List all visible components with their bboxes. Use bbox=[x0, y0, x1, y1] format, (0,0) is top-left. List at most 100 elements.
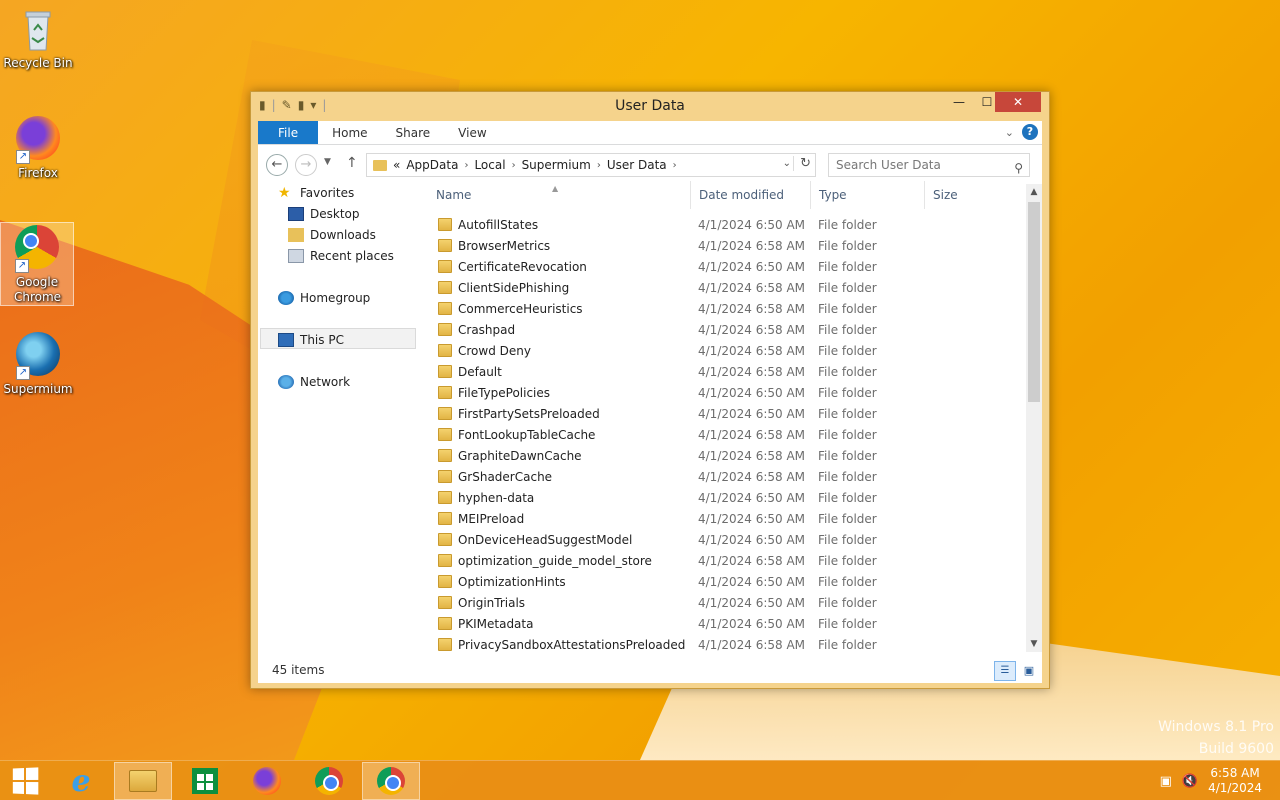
file-date: 4/1/2024 6:50 AM bbox=[698, 532, 806, 547]
shortcut-arrow-icon: ↗ bbox=[15, 259, 29, 273]
column-header-date[interactable]: Date modified bbox=[690, 181, 810, 209]
network-status-icon[interactable]: ▣ bbox=[1160, 774, 1172, 789]
taskbar-file-explorer[interactable] bbox=[114, 762, 172, 800]
help-icon[interactable]: ? bbox=[1022, 124, 1038, 140]
tab-view[interactable]: View bbox=[444, 121, 500, 144]
desktop-icon-firefox[interactable]: ↗ Firefox bbox=[1, 114, 75, 181]
taskbar-chrome[interactable] bbox=[300, 762, 358, 800]
file-name: CommerceHeuristics bbox=[458, 301, 583, 316]
chevron-right-icon[interactable]: › bbox=[464, 160, 468, 171]
folder-icon bbox=[438, 554, 452, 567]
file-row[interactable]: OriginTrials 4/1/2024 6:50 AM File folder bbox=[428, 592, 1008, 613]
expand-ribbon-icon[interactable]: ⌄ bbox=[1005, 126, 1014, 139]
taskbar-chrome-running[interactable] bbox=[362, 762, 420, 800]
file-row[interactable]: GrShaderCache 4/1/2024 6:58 AM File folder bbox=[428, 466, 1008, 487]
breadcrumb-local[interactable]: Local bbox=[474, 158, 505, 172]
column-header-name[interactable]: ▲ Name bbox=[428, 181, 690, 209]
tab-share[interactable]: Share bbox=[382, 121, 445, 144]
back-button[interactable]: ← bbox=[266, 154, 288, 176]
breadcrumb-supermium[interactable]: Supermium bbox=[522, 158, 591, 172]
file-name-cell: Default bbox=[428, 365, 690, 379]
file-name-cell: FontLookupTableCache bbox=[428, 428, 690, 442]
file-name-cell: OnDeviceHeadSuggestModel bbox=[428, 533, 690, 547]
file-row[interactable]: Default 4/1/2024 6:58 AM File folder bbox=[428, 361, 1008, 382]
nav-item-desktop[interactable]: Desktop bbox=[288, 204, 360, 224]
file-rows: AutofillStates 4/1/2024 6:50 AM File folde… bbox=[428, 214, 1008, 655]
large-icons-view-icon[interactable]: ▣ bbox=[1019, 661, 1039, 681]
file-row[interactable]: FirstPartySetsPreloaded 4/1/2024 6:50 AM F… bbox=[428, 403, 1008, 424]
nav-item-homegroup[interactable]: Homegroup bbox=[278, 288, 370, 308]
file-name-cell: CommerceHeuristics bbox=[428, 302, 690, 316]
file-row[interactable]: Crashpad 4/1/2024 6:58 AM File folder bbox=[428, 319, 1008, 340]
search-input[interactable]: Search User Data ⚲ bbox=[828, 153, 1030, 177]
clock[interactable]: 6:58 AM 4/1/2024 bbox=[1208, 766, 1262, 796]
volume-muted-icon[interactable]: 🔇 bbox=[1182, 774, 1198, 789]
file-type: File folder bbox=[818, 427, 877, 442]
close-button[interactable]: ✕ bbox=[995, 92, 1041, 112]
file-row[interactable]: BrowserMetrics 4/1/2024 6:58 AM File folde… bbox=[428, 235, 1008, 256]
file-type: File folder bbox=[818, 217, 877, 232]
title-bar[interactable]: ▮ | ✎ ▮ ▾ | User Data — ☐ ✕ bbox=[251, 92, 1049, 120]
start-button[interactable] bbox=[0, 762, 50, 800]
file-row[interactable]: AutofillStates 4/1/2024 6:50 AM File folde… bbox=[428, 214, 1008, 235]
breadcrumb-appdata[interactable]: AppData bbox=[406, 158, 458, 172]
desktop-icon-recycle-bin[interactable]: Recycle Bin bbox=[1, 6, 75, 71]
desktop-icon-google-chrome[interactable]: ↗ Google Chrome bbox=[0, 222, 74, 306]
file-row[interactable]: Crowd Deny 4/1/2024 6:58 AM File folder bbox=[428, 340, 1008, 361]
breadcrumb-overflow[interactable]: « bbox=[393, 158, 400, 172]
file-row[interactable]: OnDeviceHeadSuggestModel 4/1/2024 6:50 AM… bbox=[428, 529, 1008, 550]
file-row[interactable]: MEIPreload 4/1/2024 6:50 AM File folder bbox=[428, 508, 1008, 529]
vertical-scrollbar[interactable]: ▲ ▼ bbox=[1026, 184, 1042, 652]
nav-item-network[interactable]: Network bbox=[278, 372, 350, 392]
folder-icon bbox=[438, 260, 452, 273]
scroll-down-arrow-icon[interactable]: ▼ bbox=[1026, 636, 1042, 652]
file-row[interactable]: hyphen-data 4/1/2024 6:50 AM File folder bbox=[428, 487, 1008, 508]
recent-locations-icon[interactable]: ▼ bbox=[324, 157, 331, 167]
tab-file[interactable]: File bbox=[258, 121, 319, 144]
nav-item-favorites[interactable]: ★ Favorites bbox=[278, 183, 354, 203]
file-row[interactable]: FontLookupTableCache 4/1/2024 6:58 AM File… bbox=[428, 424, 1008, 445]
scroll-thumb[interactable] bbox=[1028, 202, 1040, 402]
folder-icon bbox=[438, 638, 452, 651]
desktop-icon-supermium[interactable]: ↗ Supermium bbox=[1, 330, 75, 397]
file-row[interactable]: PKIMetadata 4/1/2024 6:50 AM File folder bbox=[428, 613, 1008, 634]
file-row[interactable]: ClientSidePhishing 4/1/2024 6:58 AM File f… bbox=[428, 277, 1008, 298]
file-row[interactable]: PrivacySandboxAttestationsPreloaded 4/1/2… bbox=[428, 634, 1008, 655]
nav-item-label: Downloads bbox=[310, 228, 376, 242]
file-row[interactable]: CertificateRevocation 4/1/2024 6:50 AM Fil… bbox=[428, 256, 1008, 277]
nav-item-this-pc[interactable]: This PC bbox=[278, 330, 344, 350]
column-header-type[interactable]: Type bbox=[810, 181, 924, 209]
desktop-icon-label: Recycle Bin bbox=[3, 56, 73, 70]
search-icon[interactable]: ⚲ bbox=[1014, 157, 1023, 179]
nav-item-recent-places[interactable]: Recent places bbox=[288, 246, 394, 266]
address-bar[interactable]: « AppData › Local › Supermium › User Dat… bbox=[366, 153, 816, 177]
internet-explorer-icon: e bbox=[71, 763, 91, 799]
scroll-up-arrow-icon[interactable]: ▲ bbox=[1026, 184, 1042, 200]
taskbar-firefox[interactable] bbox=[238, 762, 296, 800]
file-row[interactable]: OptimizationHints 4/1/2024 6:50 AM File fo… bbox=[428, 571, 1008, 592]
chevron-right-icon[interactable]: › bbox=[673, 160, 677, 171]
folder-icon bbox=[438, 218, 452, 231]
file-name: AutofillStates bbox=[458, 217, 539, 232]
nav-item-label: Network bbox=[300, 375, 351, 389]
forward-button[interactable]: → bbox=[295, 154, 317, 176]
file-date: 4/1/2024 6:50 AM bbox=[698, 595, 806, 610]
nav-item-downloads[interactable]: Downloads bbox=[288, 225, 376, 245]
column-header-size[interactable]: Size bbox=[924, 181, 1008, 209]
refresh-icon[interactable]: ↻ bbox=[793, 156, 811, 171]
address-dropdown-icon[interactable]: ⌄ bbox=[783, 158, 791, 169]
minimize-button[interactable]: — bbox=[945, 92, 973, 112]
up-button[interactable]: ↑ bbox=[346, 155, 358, 171]
breadcrumb-user-data[interactable]: User Data bbox=[607, 158, 667, 172]
file-row[interactable]: CommerceHeuristics 4/1/2024 6:58 AM File f… bbox=[428, 298, 1008, 319]
chevron-right-icon[interactable]: › bbox=[597, 160, 601, 171]
tab-home[interactable]: Home bbox=[318, 121, 381, 144]
taskbar-store[interactable] bbox=[176, 762, 234, 800]
file-type: File folder bbox=[818, 490, 877, 505]
details-view-icon[interactable]: ☰ bbox=[994, 661, 1016, 681]
file-row[interactable]: optimization_guide_model_store 4/1/2024 6… bbox=[428, 550, 1008, 571]
file-row[interactable]: GraphiteDawnCache 4/1/2024 6:58 AM File fo… bbox=[428, 445, 1008, 466]
taskbar-internet-explorer[interactable]: e bbox=[52, 762, 110, 800]
chevron-right-icon[interactable]: › bbox=[512, 160, 516, 171]
file-row[interactable]: FileTypePolicies 4/1/2024 6:50 AM File fol… bbox=[428, 382, 1008, 403]
